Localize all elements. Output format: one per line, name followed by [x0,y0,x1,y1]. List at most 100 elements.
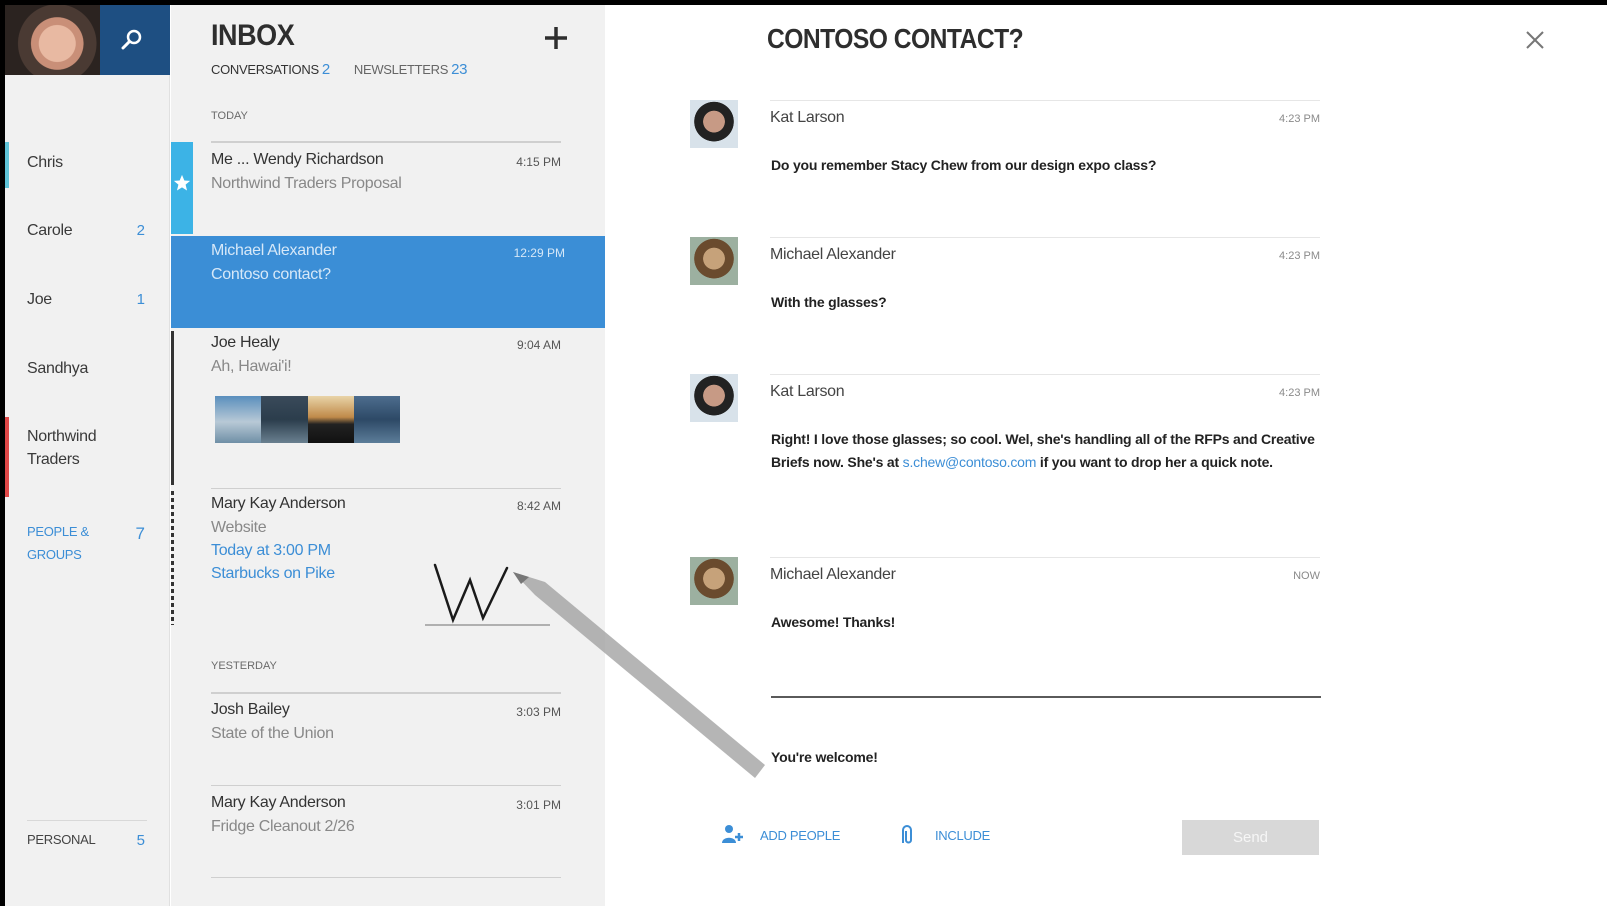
conversation-message: Michael Alexander NOW Awesome! Thanks! [690,557,1320,657]
message-divider [770,100,1320,101]
sender-avatar[interactable] [690,374,738,422]
message-divider [770,374,1320,375]
message-subject: Ah, Hawai'i! [211,358,292,375]
search-icon[interactable] [115,23,149,57]
photo-thumbnails[interactable] [215,396,400,443]
nav-item-northwind-traders[interactable]: Northwind Traders [5,417,165,497]
message-from: Mary Kay Anderson [211,794,346,811]
photo-thumbnail[interactable] [261,396,308,443]
people-nav: Chris Carole 2 Joe 1 Sandhya Northwind Tr… [5,5,170,906]
group-label-yesterday: YESTERDAY [211,660,277,672]
list-item[interactable]: Mary Kay Anderson Fridge Cleanout 2/26 3… [171,788,625,876]
message-time: 4:23 PM [1279,387,1320,399]
sender-avatar[interactable] [690,237,738,285]
message-body: Right! I love those glasses; so cool. We… [771,431,1315,470]
message-body: Do you remember Stacy Chew from our desi… [771,157,1157,173]
sender-name: Michael Alexander [770,566,896,583]
message-time: 3:01 PM [516,798,561,812]
mail-app-window: Chris Carole 2 Joe 1 Sandhya Northwind Tr… [5,5,1607,906]
message-divider [770,237,1320,238]
message-time: NOW [1293,570,1320,582]
nav-item-chris[interactable]: Chris [5,142,165,188]
message-time: 8:42 AM [516,499,561,513]
message-from: Michael Alexander [211,242,337,259]
message-time: 4:23 PM [1279,113,1320,125]
tab-conversations[interactable]: CONVERSATIONS 2 [211,61,330,78]
nav-item-count: 1 [136,291,145,308]
message-from: Joe Healy [211,334,280,351]
message-subject: Northwind Traders Proposal [211,175,402,192]
compose-button[interactable] [541,23,571,53]
conversation-message: Michael Alexander 4:23 PM With the glass… [690,237,1320,357]
profile-header [5,5,170,75]
message-time: 9:04 AM [516,338,561,352]
message-time: 4:15 PM [516,155,561,169]
nav-personal[interactable]: PERSONAL 5 [5,820,165,866]
tab-newsletters[interactable]: NEWSLETTERS 23 [354,61,468,78]
photo-thumbnail[interactable] [215,396,262,443]
event-place-link[interactable]: Starbucks on Pike [211,565,335,583]
message-from: Mary Kay Anderson [211,495,346,512]
message-subject: Contoso contact? [211,266,331,283]
conversation-message: Kat Larson 4:23 PM Do you remember Stacy… [690,100,1320,220]
list-separator [211,141,561,143]
sender-avatar[interactable] [690,100,738,148]
message-time: 3:03 PM [516,705,561,719]
reading-pane: CONTOSO CONTACT? Kat Larson 4:23 PM Do y… [605,5,1607,906]
plus-icon [545,27,567,49]
conversation-title: CONTOSO CONTACT? [767,23,1024,54]
nav-personal-count: 5 [136,832,145,849]
email-link[interactable]: s.chew@contoso.com [903,454,1037,470]
include-button[interactable]: INCLUDE [895,823,990,847]
group-label-today: TODAY [211,110,248,122]
message-body: Awesome! Thanks! [771,614,896,630]
sender-name: Kat Larson [770,109,845,126]
send-button[interactable]: Send [1182,820,1319,855]
add-people-label: ADD PEOPLE [760,827,841,843]
nav-item-count: 2 [136,222,145,239]
list-item[interactable]: Me ... Wendy Richardson Northwind Trader… [171,145,625,233]
message-subject: Website [211,519,267,536]
nav-personal-label: PERSONAL [27,832,96,847]
close-button[interactable] [1522,27,1548,53]
nav-item-label: Carole [27,222,73,239]
sender-name: Michael Alexander [770,246,896,263]
message-from: Josh Bailey [211,701,290,718]
conversation-message: Kat Larson 4:23 PM Right! I love those g… [690,374,1320,544]
list-separator [211,692,561,694]
inbox-tabs: CONVERSATIONS 2 NEWSLETTERS 23 [211,61,467,78]
nav-people-groups[interactable]: PEOPLE & GROUPS 7 [5,512,165,568]
reply-field[interactable]: You're welcome! [771,749,1321,765]
nav-item-joe[interactable]: Joe 1 [5,279,165,325]
message-from: Me ... Wendy Richardson [211,151,384,168]
nav-item-sandhya[interactable]: Sandhya [5,348,165,394]
nav-groups-label: PEOPLE & GROUPS [27,524,89,562]
list-item-selected[interactable]: Michael Alexander Contoso contact? 12:29… [171,236,629,328]
list-item[interactable]: Joe Healy Ah, Hawai'i! 9:04 AM [171,328,625,484]
message-list: INBOX CONVERSATIONS 2 NEWSLETTERS 23 TODAY… [171,5,629,906]
add-people-button[interactable]: ADD PEOPLE [720,823,840,847]
photo-thumbnail[interactable] [353,396,400,443]
nav-item-carole[interactable]: Carole 2 [5,210,165,256]
reply-divider [771,696,1321,698]
nav-groups-count: 7 [135,524,145,543]
add-person-icon [722,825,743,843]
event-time-link[interactable]: Today at 3:00 PM [211,542,331,560]
list-item[interactable]: Josh Bailey State of the Union 3:03 PM [171,695,625,783]
nav-item-label: Northwind Traders [27,428,97,468]
include-label: INCLUDE [935,827,990,843]
photo-thumbnail[interactable] [307,396,354,443]
list-separator [211,877,561,878]
close-icon [1526,31,1544,49]
list-separator [211,785,561,786]
list-item[interactable]: Mary Kay Anderson Website 8:42 AM Today … [171,489,625,629]
avatar[interactable] [5,5,100,75]
nav-item-label: Chris [27,154,63,171]
sender-avatar[interactable] [690,557,738,605]
nav-item-label: Joe [27,291,52,308]
message-time: 4:23 PM [1279,250,1320,262]
nav-accent [5,142,9,188]
sender-name: Kat Larson [770,383,845,400]
nav-accent [5,417,9,497]
message-body: With the glasses? [771,294,887,310]
